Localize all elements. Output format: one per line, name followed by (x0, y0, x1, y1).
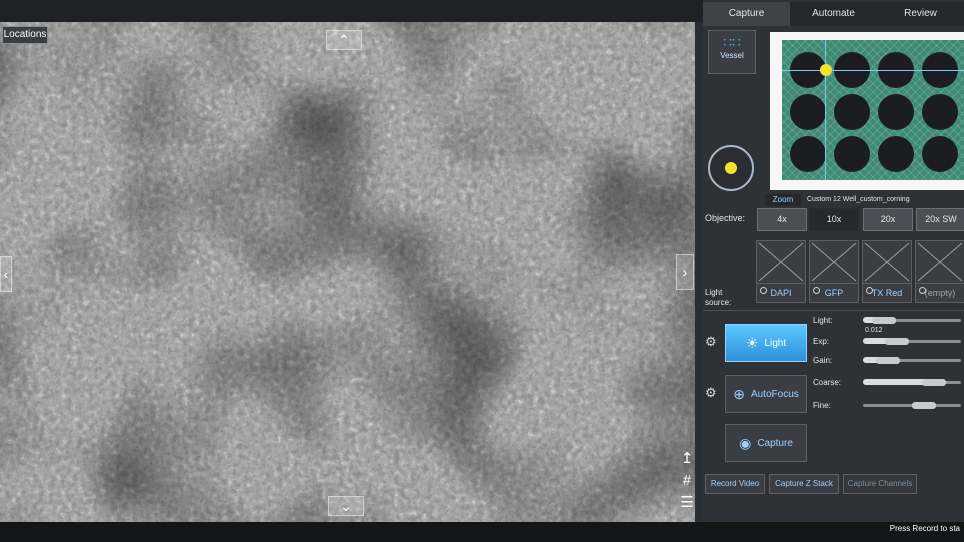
current-position-marker-icon (820, 64, 832, 76)
ruler-icon[interactable]: ↥ (678, 448, 695, 470)
channel-dapi-button[interactable]: DAPI (756, 283, 806, 303)
pan-up-arrow-icon[interactable]: ⌃ (326, 30, 362, 50)
exp-slider-label: Exp: (813, 337, 830, 346)
well[interactable] (790, 136, 826, 172)
channel-gfp-label: GFP (824, 288, 844, 298)
autofocus-button[interactable]: ⊕ AutoFocus (725, 375, 807, 413)
well[interactable] (922, 136, 958, 172)
channel-tx-red-button[interactable]: TX Red (862, 283, 912, 303)
viewer-tools: ↥ # ☰ (678, 448, 695, 514)
cell-culture-image (0, 22, 695, 522)
microscope-image-viewer[interactable]: Locations ⌃ ⌄ ‹ › ↥ # ☰ (0, 22, 695, 522)
camera-icon: ◉ (739, 434, 752, 451)
light-slider-handle[interactable] (872, 317, 896, 324)
channel-empty-label: (empty) (924, 288, 956, 298)
capture-z-stack-button[interactable]: Capture Z Stack (769, 474, 839, 494)
tab-automate[interactable]: Automate (790, 2, 877, 26)
channel-radio-icon (813, 287, 820, 294)
well[interactable] (790, 94, 826, 130)
status-bar (0, 522, 964, 542)
vessel-name: Custom 12 Well_custom_corning (807, 196, 910, 203)
channel-gfp-button[interactable]: GFP (809, 283, 859, 303)
light-button-label: Light (764, 337, 787, 349)
objective-label: Objective: (705, 213, 746, 223)
well[interactable] (834, 136, 870, 172)
light-settings-gear-icon[interactable]: ⚙ (705, 334, 717, 350)
exp-value: 0.012 (865, 327, 883, 334)
well[interactable] (878, 136, 914, 172)
stage-joystick[interactable] (708, 145, 754, 191)
objective-20x-sw-button[interactable]: 20x SW (916, 208, 964, 231)
control-panel: Capture Automate Review ∷∷ Vessel Zoom C… (703, 0, 964, 522)
grid-icon[interactable]: # (678, 470, 695, 492)
capture-button-label: Capture (757, 437, 793, 449)
tab-review[interactable]: Review (877, 2, 964, 26)
light-source-label: Light source: (705, 288, 732, 307)
locations-tab[interactable]: Locations (2, 26, 48, 44)
capture-channels-button[interactable]: Capture Channels (843, 474, 917, 494)
fine-slider-label: Fine: (813, 401, 831, 410)
crosshair-horizontal (782, 70, 964, 71)
channel-dapi-label: DAPI (770, 288, 792, 298)
objective-4x-button[interactable]: 4x (757, 208, 807, 231)
light-button[interactable]: ☀ Light (725, 324, 807, 362)
well[interactable] (922, 94, 958, 130)
autofocus-button-label: AutoFocus (750, 388, 799, 400)
lightbulb-icon: ☀ (745, 334, 759, 351)
channel-radio-icon (919, 287, 926, 294)
mode-tabs: Capture Automate Review (703, 2, 964, 26)
tab-capture[interactable]: Capture (703, 2, 790, 26)
objective-10x-button[interactable]: 10x (809, 208, 859, 231)
autofocus-settings-gear-icon[interactable]: ⚙ (705, 385, 717, 401)
joystick-dot-icon (725, 162, 737, 174)
well-plate-map[interactable] (770, 32, 964, 190)
divider (703, 310, 964, 311)
channel-tx-red-label: TX Red (871, 288, 903, 298)
channel-radio-icon (760, 287, 767, 294)
light-slider-label: Light: (813, 316, 833, 325)
coarse-slider-handle[interactable] (922, 379, 946, 386)
adjust-sliders-icon[interactable]: ☰ (678, 492, 695, 514)
status-message: Press Record to sta (889, 524, 960, 533)
exp-slider-handle[interactable] (885, 338, 909, 345)
vessel-button-label: Vessel (720, 51, 744, 60)
pan-down-arrow-icon[interactable]: ⌄ (328, 496, 364, 516)
channel-empty-button[interactable]: (empty) (915, 283, 964, 303)
coarse-slider-label: Coarse: (813, 378, 842, 387)
capture-button[interactable]: ◉ Capture (725, 424, 807, 462)
well[interactable] (834, 94, 870, 130)
gain-slider-handle[interactable] (876, 357, 900, 364)
pan-right-arrow-icon[interactable]: › (676, 254, 694, 290)
record-video-button[interactable]: Record Video (705, 474, 765, 494)
channel-radio-icon (866, 287, 873, 294)
crosshair-vertical (825, 40, 826, 180)
zoom-button[interactable]: Zoom (765, 194, 801, 206)
fine-slider-handle[interactable] (912, 402, 936, 409)
pan-left-arrow-icon[interactable]: ‹ (0, 256, 12, 292)
crosshair-icon: ⊕ (733, 385, 745, 402)
vessel-grid-icon: ∷∷ (723, 34, 741, 50)
well-plate (782, 40, 964, 180)
vessel-button[interactable]: ∷∷ Vessel (708, 30, 756, 74)
well[interactable] (878, 94, 914, 130)
gain-slider-label: Gain: (813, 356, 833, 365)
objective-20x-button[interactable]: 20x (863, 208, 913, 231)
